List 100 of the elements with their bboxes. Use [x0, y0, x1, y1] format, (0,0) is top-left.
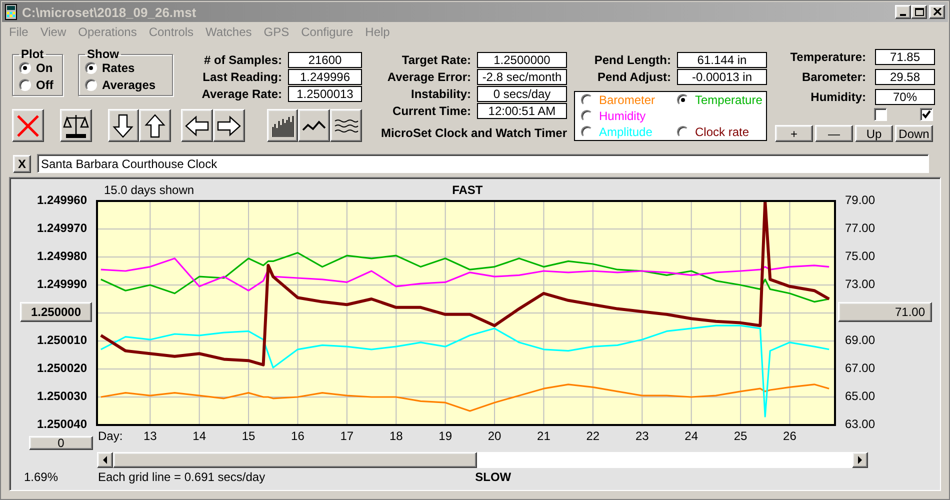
toolbar-button[interactable] — [12, 109, 44, 142]
note-field[interactable]: Santa Barbara Courthouse Clock — [37, 154, 929, 173]
adjust-button[interactable]: — — [815, 125, 853, 142]
group-title: Plot — [20, 47, 45, 61]
value-field: 70% — [875, 89, 935, 105]
radio-label[interactable]: Rates — [102, 61, 135, 75]
center-value-button[interactable]: 71.00 — [838, 302, 932, 322]
axis-label: 21 — [537, 429, 550, 443]
field-label: Barometer: — [800, 70, 866, 84]
value-field: 71.85 — [875, 49, 935, 65]
axis-label: 1.250030 — [36, 388, 87, 404]
axis-label: 63.00 — [845, 416, 876, 432]
axis-label: 19 — [438, 429, 452, 443]
axis-label: 75.00 — [845, 248, 876, 264]
axis-label: 24 — [684, 429, 698, 443]
radio-button[interactable] — [85, 79, 97, 91]
radio-label[interactable]: Off — [36, 78, 54, 92]
field-label: Pend Adjust: — [596, 70, 671, 84]
adjust-button[interactable]: + — [775, 125, 813, 142]
field-label: Instability: — [410, 87, 471, 101]
value-field: 1.2500013 — [288, 86, 362, 102]
radio-button[interactable] — [677, 126, 689, 138]
value-field: 29.58 — [875, 69, 935, 85]
axis-label: 16 — [291, 429, 304, 443]
checkbox[interactable] — [920, 108, 933, 121]
radio-label[interactable]: Averages — [102, 78, 156, 92]
adjust-button[interactable]: Up — [855, 125, 893, 142]
axis-label: 15 — [242, 429, 256, 443]
field-label: Current Time: — [392, 104, 471, 118]
close-icon — [932, 8, 942, 16]
field-label: Target Rate: — [400, 53, 471, 67]
axis-label: 25 — [734, 429, 748, 443]
axis-label: 1.249990 — [36, 276, 87, 292]
axis-label: 1.250020 — [36, 360, 87, 376]
right-arrow-icon — [857, 456, 863, 464]
axis-label: 77.00 — [845, 220, 876, 236]
maximize-button[interactable] — [911, 5, 927, 19]
clear-button[interactable]: X — [13, 154, 31, 172]
toolbar-button[interactable] — [181, 109, 213, 142]
toolbar-button[interactable] — [212, 109, 245, 142]
axis-label: 17 — [340, 429, 354, 443]
toolbar-button[interactable] — [330, 109, 362, 142]
axis-label: 18 — [389, 429, 403, 443]
slow-label: SLOW — [475, 470, 512, 484]
percent-label: 1.69% — [23, 470, 60, 484]
adjust-button[interactable]: Down — [895, 125, 933, 142]
app-icon — [5, 4, 17, 20]
value-field: 0 secs/day — [477, 86, 567, 102]
cross-icon — [14, 112, 41, 138]
scrollbar[interactable] — [97, 452, 868, 468]
field-label: Average Rate: — [202, 87, 282, 101]
field-label: Temperature: — [790, 50, 866, 64]
field-label: Last Reading: — [202, 70, 282, 84]
days-shown-label: 15.0 days shown — [104, 183, 194, 197]
center-rate-button[interactable]: 1.250000 — [20, 302, 92, 322]
offset-button[interactable]: 0 — [29, 436, 93, 450]
axis-label: 23 — [635, 429, 649, 443]
axis-label: 20 — [488, 429, 502, 443]
toolbar-button[interactable] — [60, 109, 92, 142]
app-title: MicroSet Clock and Watch Timer — [380, 126, 567, 140]
maximize-icon — [914, 8, 924, 16]
axis-label: 1.250040 — [36, 416, 87, 432]
radio-button[interactable] — [85, 62, 97, 74]
axis-title: Day: — [98, 429, 123, 443]
toolbar-button[interactable] — [266, 109, 298, 142]
checkbox[interactable] — [874, 108, 887, 121]
value-field: 1.249996 — [288, 69, 362, 85]
value-field: -0.00013 in — [677, 69, 767, 85]
axis-label: 13 — [143, 429, 157, 443]
axis-label: 73.00 — [845, 276, 876, 292]
field-label: Average Error: — [387, 70, 471, 84]
scale-icon — [62, 112, 89, 138]
legend-label[interactable]: Clock rate — [695, 125, 750, 139]
axis-label: 1.249960 — [36, 192, 87, 208]
field-label: Humidity: — [810, 90, 866, 104]
axis-label: 69.00 — [845, 332, 876, 348]
toolbar-button[interactable] — [108, 109, 140, 142]
value-field: 1.2500000 — [477, 52, 567, 68]
axis-label: 22 — [586, 429, 600, 443]
value-field: -2.8 sec/month — [477, 69, 567, 85]
radio-button[interactable] — [581, 126, 593, 138]
close-button[interactable] — [929, 5, 945, 19]
value-field: 61.144 in — [677, 52, 767, 68]
minimize-button[interactable] — [895, 5, 911, 19]
axis-label: 67.00 — [845, 360, 876, 376]
field-label: Pend Length: — [594, 53, 671, 67]
axis-label: 65.00 — [845, 388, 876, 404]
axis-label: 1.250010 — [36, 332, 87, 348]
group-title: Show — [86, 47, 120, 61]
axis-label: 79.00 — [845, 192, 876, 208]
radio-button[interactable] — [19, 79, 31, 91]
value-field: 12:00:51 AM — [477, 103, 567, 119]
radio-label[interactable]: On — [36, 61, 53, 75]
window-title: C:\microset\2018_09_26.mst — [22, 4, 198, 20]
axis-label: 14 — [192, 429, 206, 443]
radio-button[interactable] — [19, 62, 31, 74]
axis-label: 26 — [783, 429, 796, 443]
toolbar-button[interactable] — [139, 109, 172, 142]
toolbar-button[interactable] — [298, 109, 330, 142]
axis-label: 1.249970 — [36, 220, 87, 236]
